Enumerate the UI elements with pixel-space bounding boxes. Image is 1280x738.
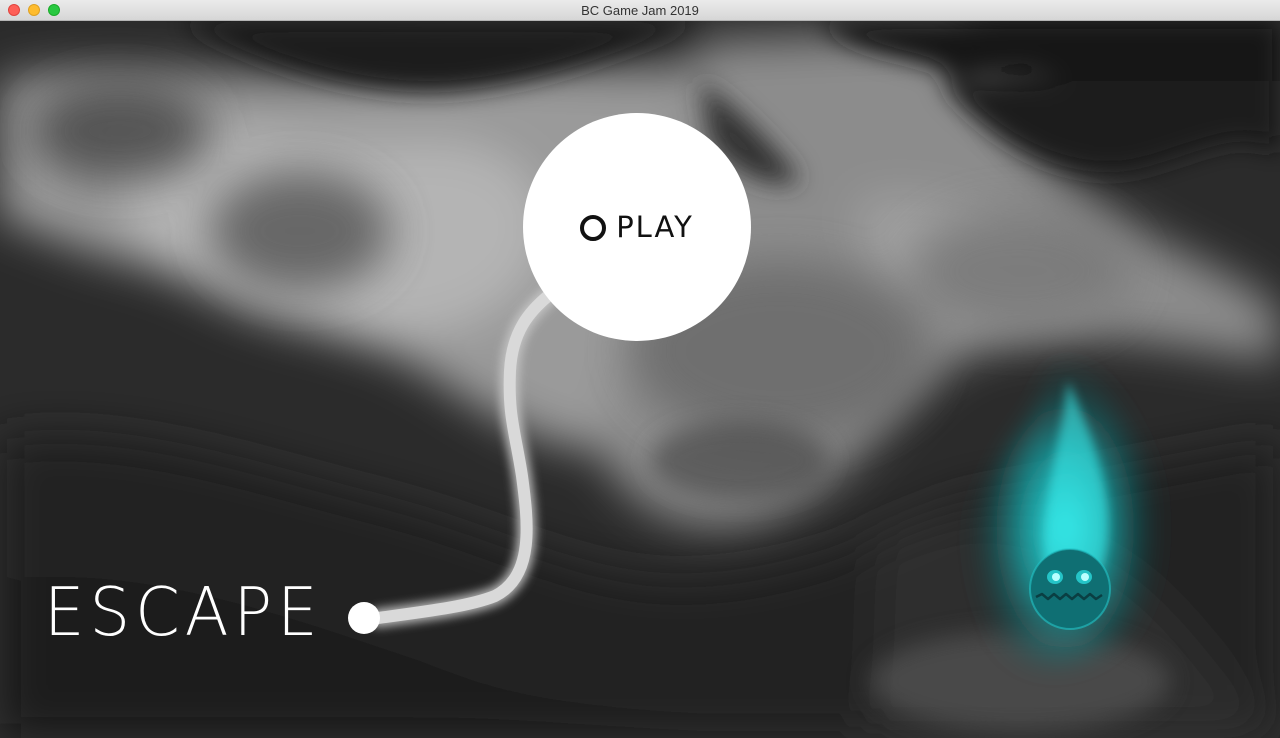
window-title: BC Game Jam 2019	[581, 3, 699, 18]
window-titlebar: BC Game Jam 2019	[0, 0, 1280, 21]
escape-dot	[348, 602, 380, 634]
play-label: PLAY	[616, 210, 694, 244]
game-title: ESCAPE	[44, 574, 323, 652]
cyan-monster-icon	[1029, 548, 1111, 630]
game-stage: PLAY ESCAPE	[0, 21, 1280, 738]
play-button[interactable]: PLAY	[523, 113, 751, 341]
ring-icon	[580, 215, 607, 241]
